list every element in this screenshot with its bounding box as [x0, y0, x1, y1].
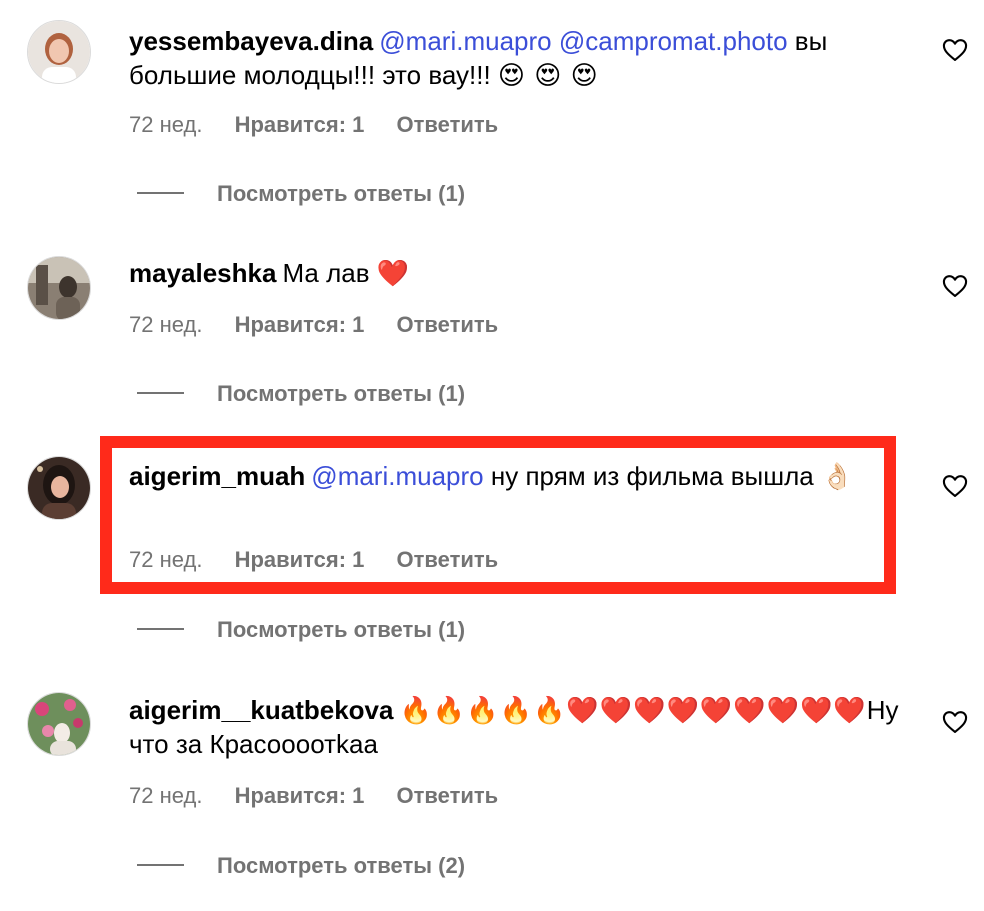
divider-line	[137, 192, 184, 195]
view-replies-label: Посмотреть ответы (1)	[217, 381, 466, 406]
reply-button[interactable]: Ответить	[397, 546, 499, 574]
comment-username[interactable]: aigerim__kuatbekova	[129, 695, 393, 725]
avatar[interactable]	[27, 692, 91, 756]
comment-likes[interactable]: Нравится: 1	[235, 782, 365, 810]
comment-username[interactable]: mayaleshka	[129, 258, 276, 288]
comment-emoji: 🔥🔥🔥🔥🔥❤️❤️❤️❤️❤️❤️❤️❤️❤️	[399, 695, 867, 725]
heart-outline-icon[interactable]	[941, 472, 969, 500]
avatar[interactable]	[27, 20, 91, 84]
comment-body: ну прям из фильма вышла	[490, 461, 814, 491]
view-replies-button[interactable]: Посмотреть ответы (1)	[137, 380, 465, 408]
comment-likes[interactable]: Нравится: 1	[235, 311, 365, 339]
view-replies-button[interactable]: Посмотреть ответы (2)	[137, 852, 465, 880]
comment-meta: 72 нед. Нравится: 1 Ответить	[129, 311, 524, 339]
comment-text: aigerim_muah @mari.muapro ну прям из филь…	[129, 459, 899, 493]
comment-meta: 72 нед. Нравится: 1 Ответить	[129, 111, 524, 139]
comment-emoji: 👌🏻	[820, 461, 855, 491]
view-replies-button[interactable]: Посмотреть ответы (1)	[137, 180, 465, 208]
divider-line	[137, 864, 184, 867]
comment-time[interactable]: 72 нед.	[129, 782, 202, 810]
view-replies-label: Посмотреть ответы (2)	[217, 853, 466, 878]
comment-time[interactable]: 72 нед.	[129, 546, 202, 574]
comment-likes[interactable]: Нравится: 1	[235, 546, 365, 574]
avatar[interactable]	[27, 456, 91, 520]
comment-mention[interactable]: @mari.muapro	[379, 26, 551, 56]
reply-button[interactable]: Ответить	[397, 111, 499, 139]
comment-time[interactable]: 72 нед.	[129, 311, 202, 339]
comment-likes[interactable]: Нравится: 1	[235, 111, 365, 139]
view-replies-button[interactable]: Посмотреть ответы (1)	[137, 616, 465, 644]
avatar[interactable]	[27, 256, 91, 320]
comment-username[interactable]: yessembayeva.dina	[129, 26, 373, 56]
divider-line	[137, 628, 184, 631]
comment-text: aigerim__kuatbekova 🔥🔥🔥🔥🔥❤️❤️❤️❤️❤️❤️❤️❤️…	[129, 693, 899, 761]
divider-line	[137, 392, 184, 395]
comment-meta: 72 нед. Нравится: 1 Ответить	[129, 546, 524, 574]
comment-text: yessembayeva.dina @mari.muapro @campromat…	[129, 24, 899, 92]
comment-emoji: 😍 😍 😍	[497, 60, 599, 90]
comment-body: Ма лав	[282, 258, 370, 288]
heart-outline-icon[interactable]	[941, 36, 969, 64]
comment-time[interactable]: 72 нед.	[129, 111, 202, 139]
comment-meta: 72 нед. Нравится: 1 Ответить	[129, 782, 524, 810]
reply-button[interactable]: Ответить	[397, 782, 499, 810]
view-replies-label: Посмотреть ответы (1)	[217, 181, 466, 206]
reply-button[interactable]: Ответить	[397, 311, 499, 339]
comment-mention[interactable]: @mari.muapro	[311, 461, 483, 491]
view-replies-label: Посмотреть ответы (1)	[217, 617, 466, 642]
heart-outline-icon[interactable]	[941, 708, 969, 736]
comment-username[interactable]: aigerim_muah	[129, 461, 305, 491]
comment-text: mayaleshka Ма лав ❤️	[129, 256, 899, 290]
heart-outline-icon[interactable]	[941, 272, 969, 300]
comment-emoji: ❤️	[376, 258, 411, 288]
comment-mention[interactable]: @campromat.photo	[559, 26, 788, 56]
